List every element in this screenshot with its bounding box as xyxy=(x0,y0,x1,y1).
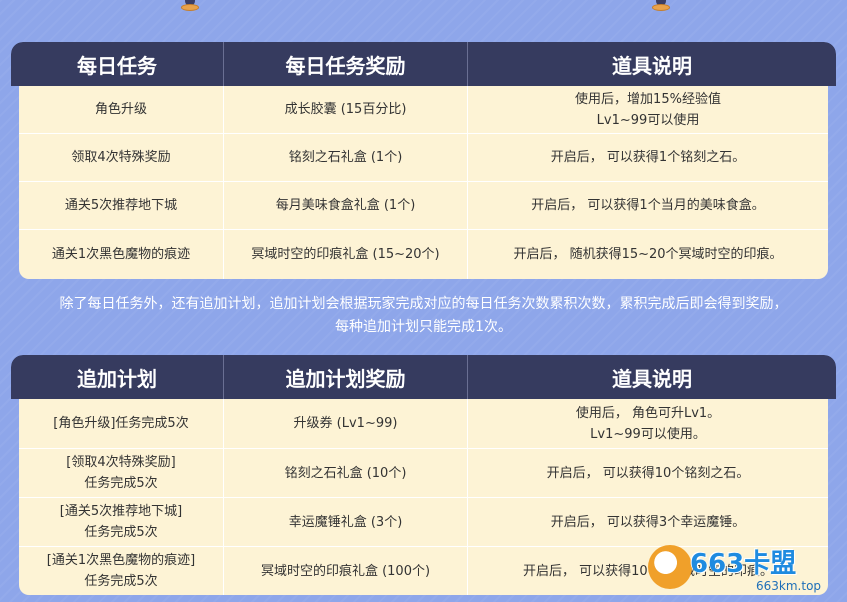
description-line: 使用后，增加15%经验值 xyxy=(575,91,721,107)
task-cell: [通关1次黑色魔物的痕迹] 任务完成5次 xyxy=(19,547,223,595)
note-line: 每种追加计划只能完成1次。 xyxy=(335,319,512,335)
task-line: [通关1次黑色魔物的痕迹] xyxy=(46,553,196,568)
reward-cell: 铭刻之石礼盒 (10个) xyxy=(223,449,467,497)
watermark-url: 663km.top xyxy=(756,579,822,593)
task-line: [领取4次特殊奖励] xyxy=(66,455,176,470)
task-line: 任务完成5次 xyxy=(84,476,158,491)
daily-task-table: 每日任务 每日任务奖励 道具说明 角色升级 成长胶囊 (15百分比) 使用后，增… xyxy=(11,42,836,279)
task-cell: [通关5次推荐地下城] 任务完成5次 xyxy=(19,498,223,546)
task-line: 任务完成5次 xyxy=(84,574,158,589)
table-row: [通关5次推荐地下城] 任务完成5次 幸运魔锤礼盒 (3个) 开启后， 可以获得… xyxy=(19,497,828,546)
reward-cell: 成长胶囊 (15百分比) xyxy=(223,86,467,133)
column-header: 追加计划 xyxy=(77,366,157,391)
table-header: 每日任务 每日任务奖励 道具说明 xyxy=(11,42,836,86)
task-cell: 通关5次推荐地下城 xyxy=(64,198,178,213)
logo-icon xyxy=(648,545,692,589)
table-row: [角色升级]任务完成5次 升级券 (Lv1~99) 使用后， 角色可升Lv1。 … xyxy=(19,399,828,448)
description-cell: 开启后， 随机获得15~20个冥域时空的印痕。 xyxy=(467,230,828,279)
watermark-brand: 663卡盟 xyxy=(690,549,797,579)
task-line: [通关5次推荐地下城] xyxy=(59,504,183,519)
reward-cell: 冥域时空的印痕礼盒 (15~20个) xyxy=(223,230,467,279)
pin-icon xyxy=(181,0,199,14)
task-line: 任务完成5次 xyxy=(84,525,158,540)
column-header: 道具说明 xyxy=(467,42,836,86)
column-header: 每日任务 xyxy=(77,53,157,78)
description-cell: 使用后， 角色可升Lv1。 Lv1~99可以使用。 xyxy=(467,399,828,448)
task-cell: [领取4次特殊奖励] 任务完成5次 xyxy=(19,449,223,497)
task-cell: 领取4次特殊奖励 xyxy=(71,150,171,165)
task-cell: 通关1次黑色魔物的痕迹 xyxy=(51,247,191,262)
description-line: 使用后， 角色可升Lv1。 xyxy=(575,405,721,421)
description-cell: 开启后， 可以获得10个铭刻之石。 xyxy=(467,449,828,497)
note-line: 除了每日任务外，还有追加计划，追加计划会根据玩家完成对应的每日任务次数累积次数，… xyxy=(59,296,788,312)
table-row: [领取4次特殊奖励] 任务完成5次 铭刻之石礼盒 (10个) 开启后， 可以获得… xyxy=(19,448,828,497)
table-row: 领取4次特殊奖励 铭刻之石礼盒 (1个) 开启后， 可以获得1个铭刻之石。 xyxy=(19,133,828,181)
reward-cell: 冥域时空的印痕礼盒 (100个) xyxy=(223,547,467,595)
description-line: Lv1~99可以使用。 xyxy=(590,426,706,442)
table-row: 角色升级 成长胶囊 (15百分比) 使用后，增加15%经验值 Lv1~99可以使… xyxy=(19,86,828,133)
pin-icon xyxy=(652,0,670,14)
table-row: 通关5次推荐地下城 每月美味食盒礼盒 (1个) 开启后， 可以获得1个当月的美味… xyxy=(19,181,828,229)
reward-cell: 铭刻之石礼盒 (1个) xyxy=(223,134,467,181)
table-header: 追加计划 追加计划奖励 道具说明 xyxy=(11,355,836,399)
description-cell: 开启后， 可以获得3个幸运魔锤。 xyxy=(467,498,828,546)
task-cell: 角色升级 xyxy=(94,102,147,117)
column-header: 每日任务奖励 xyxy=(223,42,467,86)
table-body: 角色升级 成长胶囊 (15百分比) 使用后，增加15%经验值 Lv1~99可以使… xyxy=(19,86,828,279)
additional-plan-note: 除了每日任务外，还有追加计划，追加计划会根据玩家完成对应的每日任务次数累积次数，… xyxy=(0,293,847,339)
reward-cell: 每月美味食盒礼盒 (1个) xyxy=(223,182,467,229)
description-line: Lv1~99可以使用 xyxy=(596,112,700,128)
task-cell: [角色升级]任务完成5次 xyxy=(53,416,189,431)
description-cell: 使用后，增加15%经验值 Lv1~99可以使用 xyxy=(467,86,828,133)
description-cell: 开启后， 可以获得1个铭刻之石。 xyxy=(467,134,828,181)
table-row: 通关1次黑色魔物的痕迹 冥域时空的印痕礼盒 (15~20个) 开启后， 随机获得… xyxy=(19,229,828,279)
description-cell: 开启后， 可以获得1个当月的美味食盒。 xyxy=(467,182,828,229)
reward-cell: 幸运魔锤礼盒 (3个) xyxy=(223,498,467,546)
watermark-logo: 663卡盟 663km.top xyxy=(648,541,838,599)
reward-cell: 升级券 (Lv1~99) xyxy=(223,399,467,448)
column-header: 道具说明 xyxy=(467,355,836,399)
column-header: 追加计划奖励 xyxy=(223,355,467,399)
